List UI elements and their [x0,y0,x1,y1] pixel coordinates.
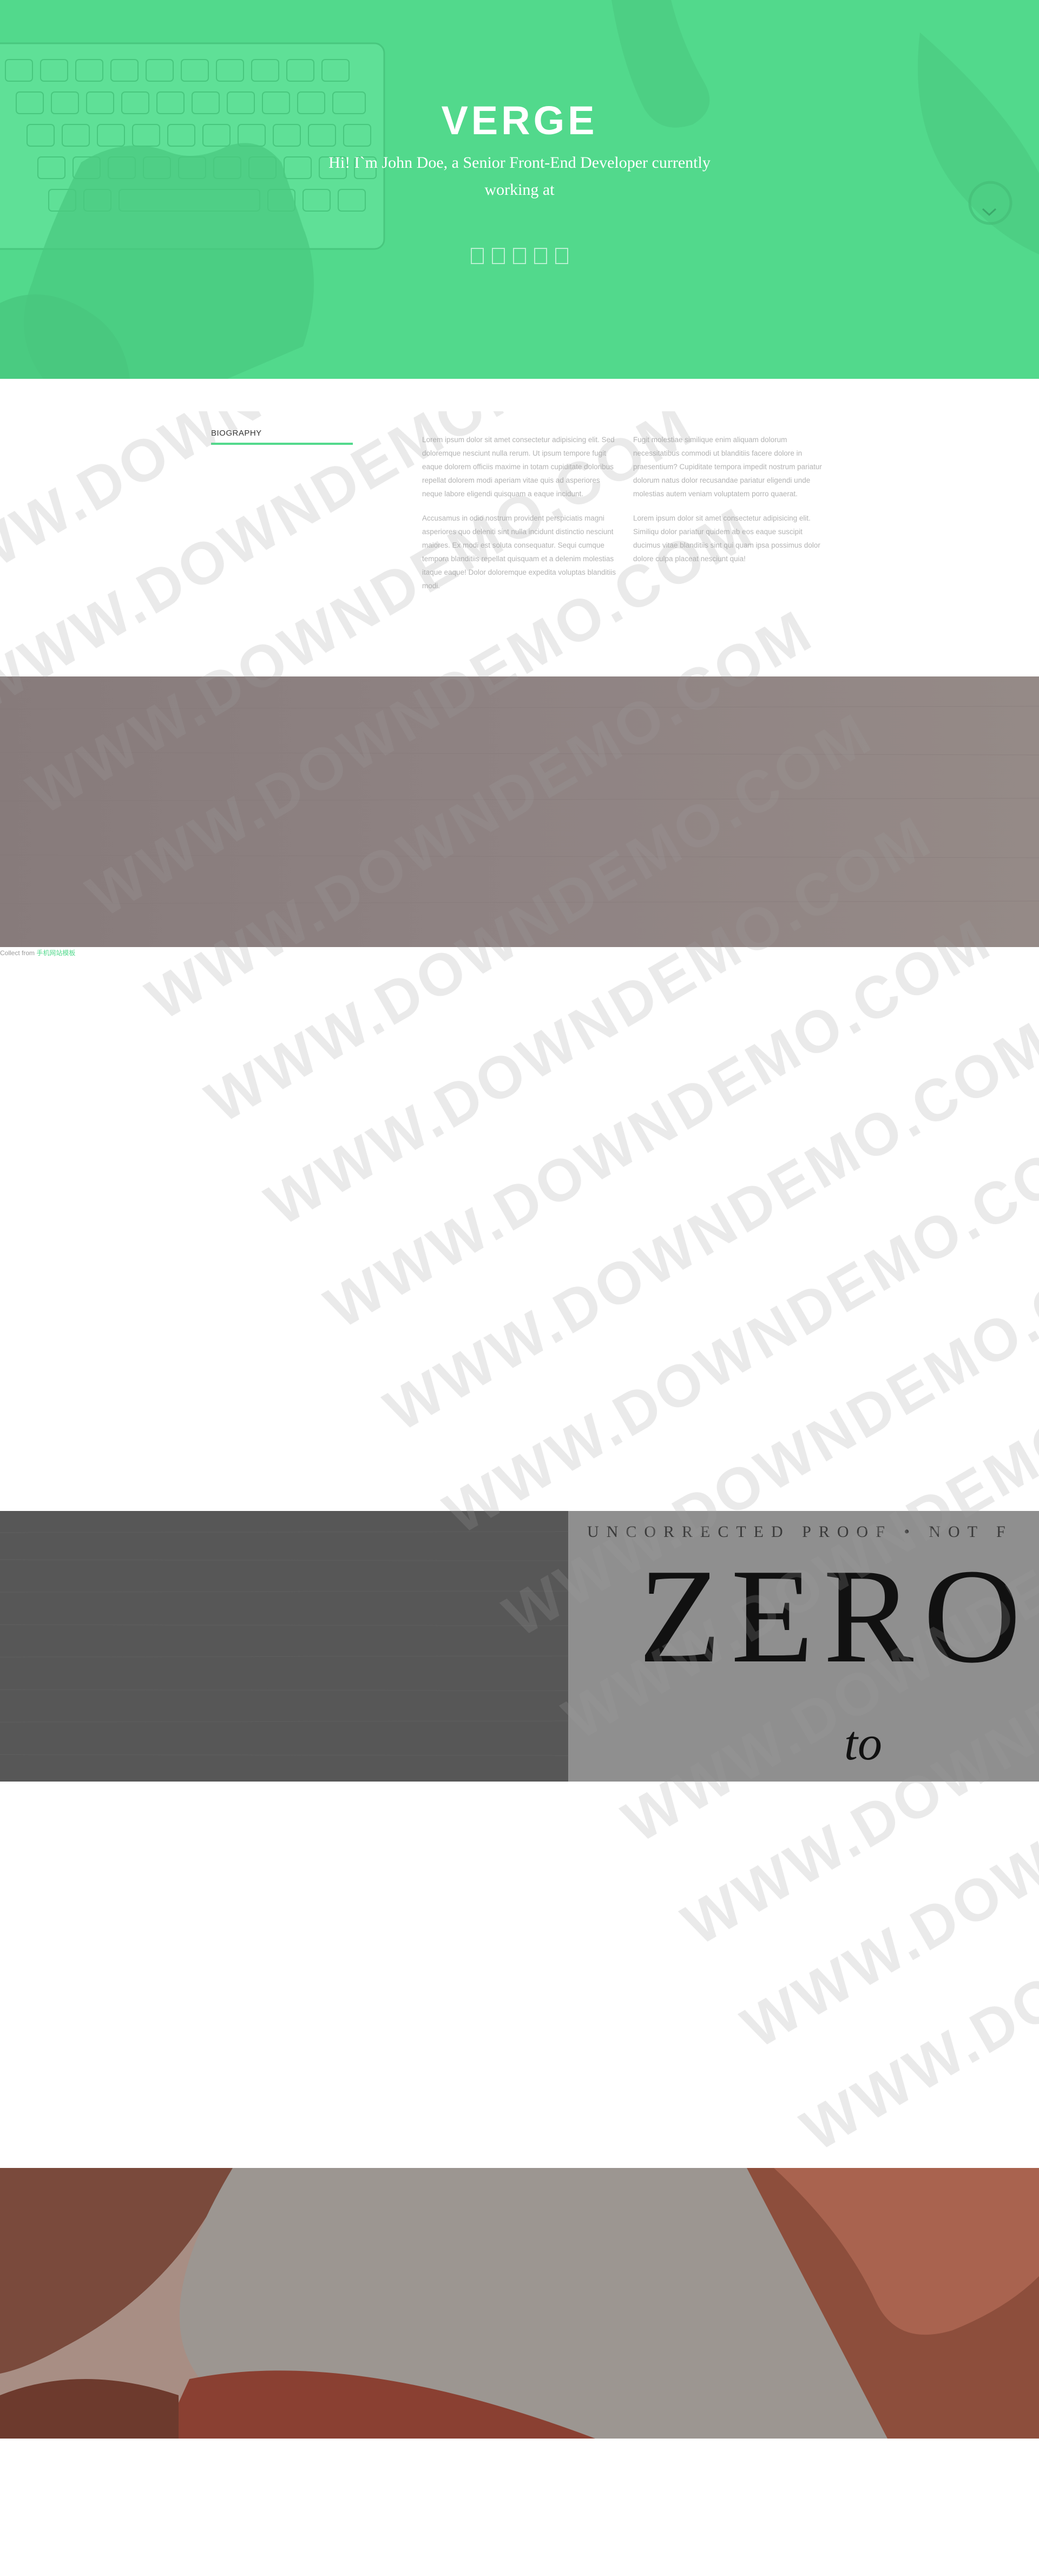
biography-column-1: Lorem ipsum dolor sit amet consectetur a… [422,433,616,603]
chevron-down-icon[interactable] [981,207,997,218]
watermark-text: WWW.DOWNDEMO.COM [374,1008,1039,1444]
social-links [471,248,568,266]
parallax-image-band [0,676,1039,947]
biography-paragraph: Fugit molestiae similique enim aliquam d… [633,436,822,498]
watermark-text: WWW.DOWNDEMO.COM [433,1111,1039,1547]
background-photo [0,2168,1039,2439]
biography-paragraph: Lorem ipsum dolor sit amet consectetur a… [422,436,615,498]
site-title: VERGE [441,98,598,143]
social-link-icon[interactable] [534,248,547,264]
book-proof-text: UNCORRECTED PROOF • NOT F [587,1523,1013,1541]
parallax-image-band: UNCORRECTED PROOF • NOT F ZERO to [0,1511,1039,1782]
social-link-icon[interactable] [555,248,568,264]
hero-section: VERGE Hi! I`m John Doe, a Senior Front-E… [0,0,1039,379]
biography-column-2: Fugit molestiae similique enim aliquam d… [633,433,827,576]
social-link-icon[interactable] [471,248,484,264]
credit-link[interactable]: 手机网站模板 [36,949,75,957]
social-link-icon[interactable] [492,248,505,264]
biography-paragraph: Lorem ipsum dolor sit amet consectetur a… [633,514,820,563]
hero-subtitle: Hi! I`m John Doe, a Senior Front-End Dev… [328,154,711,199]
book-title: ZERO [639,1541,1031,1691]
watermark-text: WWW.DOWNDEMO.COM [314,905,1003,1342]
heading-underline [211,443,353,445]
credit-prefix: Collect from [0,949,37,957]
credit-line: Collect from 手机网站模板 [0,948,75,957]
background-photo [0,676,1039,947]
section-heading: BIOGRAPHY [211,429,262,438]
biography-paragraph: Accusamus in odio nostrum provident pers… [422,514,616,590]
parallax-image-band [0,2168,1039,2439]
watermark-text: WWW.DOWNDEMO.COM [791,1728,1039,2164]
social-link-icon[interactable] [513,248,526,264]
book-subtitle: to [844,1717,883,1770]
